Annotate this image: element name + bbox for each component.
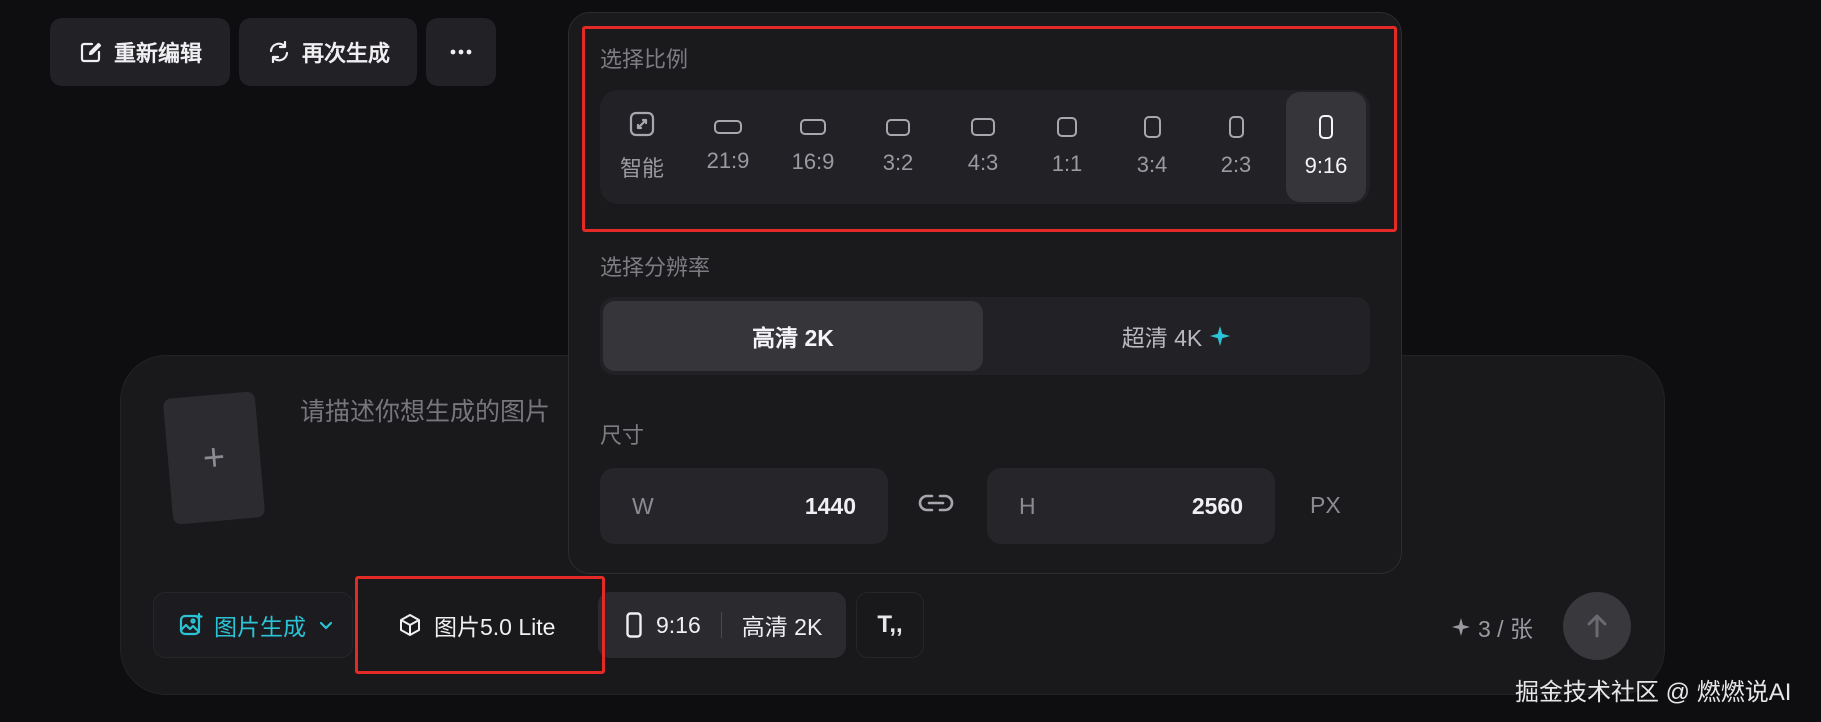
- unit-label: PX: [1310, 492, 1341, 518]
- resolution-label: 超清 4K: [1121, 325, 1203, 351]
- sparkle-icon: [1210, 326, 1231, 346]
- resolution-section-title: 选择分辨率: [600, 255, 711, 280]
- image-icon: [179, 612, 203, 636]
- resolution-option-4k[interactable]: 超清 4K: [986, 301, 1366, 371]
- regenerate-button[interactable]: 再次生成: [239, 18, 417, 86]
- height-input[interactable]: H 2560: [987, 468, 1275, 544]
- plus-icon: +: [201, 435, 227, 480]
- ratio-value: 9:16: [656, 611, 701, 638]
- width-label: W: [632, 492, 654, 519]
- width-value: 1440: [804, 492, 856, 519]
- mode-selector[interactable]: 图片生成: [153, 592, 353, 658]
- ratio-highlight-box: [582, 26, 1397, 232]
- credits-indicator: 3 / 张: [1452, 610, 1533, 644]
- more-button[interactable]: [426, 18, 496, 86]
- upload-image-card[interactable]: +: [162, 391, 266, 525]
- more-horizontal-icon: [450, 49, 472, 55]
- credits-label: 3 / 张: [1478, 616, 1533, 642]
- height-value: 2560: [1191, 492, 1243, 519]
- reedit-label: 重新编辑: [113, 41, 202, 66]
- text-format-icon: T,,: [877, 611, 903, 638]
- chevron-down-icon: [319, 621, 333, 630]
- text-tool-button[interactable]: T,,: [856, 592, 924, 658]
- send-button[interactable]: [1563, 592, 1631, 660]
- resolution-label: 高清 2K: [752, 325, 834, 351]
- resolution-option-2k[interactable]: 高清 2K: [603, 301, 983, 371]
- regenerate-label: 再次生成: [301, 41, 390, 66]
- resolution-value: 高清 2K: [741, 614, 823, 640]
- mode-label: 图片生成: [214, 614, 306, 640]
- prompt-input[interactable]: 请描述你想生成的图片: [300, 392, 550, 428]
- divider: [720, 612, 722, 638]
- sparkle-icon: [1452, 618, 1470, 636]
- ratio-resolution-selector[interactable]: 9:16 高清 2K: [598, 592, 846, 658]
- width-input[interactable]: W 1440: [600, 468, 888, 544]
- height-label: H: [1019, 492, 1036, 519]
- watermark: 掘金技术社区 @ 燃燃说AI: [1515, 679, 1792, 706]
- edit-icon: [80, 42, 102, 63]
- portrait-ratio-icon: [626, 612, 642, 638]
- reedit-button[interactable]: 重新编辑: [50, 18, 230, 86]
- refresh-icon: [269, 40, 289, 64]
- model-highlight-box: [355, 576, 605, 674]
- arrow-up-icon: [1587, 614, 1607, 638]
- size-section-title: 尺寸: [600, 423, 645, 448]
- link-icon[interactable]: [918, 490, 954, 516]
